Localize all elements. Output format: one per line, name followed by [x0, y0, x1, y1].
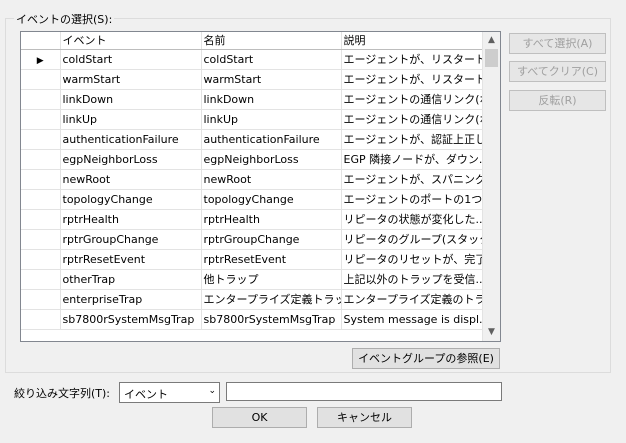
filter-field-combo[interactable]: イベント ⌄ [119, 382, 220, 403]
row-header[interactable] [21, 309, 61, 330]
table-row[interactable]: otherTrap 他トラップ 上記以外のトラップを受信... [21, 269, 486, 290]
row-header[interactable] [21, 129, 61, 150]
table-row[interactable]: rptrResetEvent rptrResetEvent リピータのリセットが、完… [21, 249, 486, 270]
table-row[interactable]: topologyChange topologyChange エージェントのポートの1… [21, 189, 486, 210]
table-row[interactable]: rptrGroupChange rptrGroupChange リピータのグループ(… [21, 229, 486, 250]
cell-event[interactable]: linkDown [60, 89, 202, 110]
row-header[interactable] [21, 109, 61, 130]
table-row[interactable]: newRootnewRootエージェントが、スパニング・... [21, 169, 486, 190]
row-header[interactable] [21, 269, 61, 290]
cell-description[interactable]: エージェントが、認証上正し... [341, 129, 486, 150]
cell-name[interactable]: rptrHealth [201, 209, 342, 230]
row-header[interactable] [21, 289, 61, 310]
cell-description[interactable]: エージェントが、スパニング・... [341, 169, 486, 190]
row-header[interactable]: ▶ [21, 49, 61, 70]
event-selection-label: イベントの選択(S): [14, 11, 115, 27]
cell-event[interactable]: sb7800rSystemMsgTrap [60, 309, 202, 330]
row-header[interactable] [21, 69, 61, 90]
cell-name[interactable]: authenticationFailure [201, 129, 342, 150]
invert-button[interactable]: 反転(R) [509, 90, 606, 111]
filter-field-value: イベント [124, 388, 168, 401]
cell-name[interactable]: warmStart [201, 69, 342, 90]
cell-event[interactable]: coldStart [60, 49, 202, 70]
cell-event[interactable]: warmStart [60, 69, 202, 90]
cell-name[interactable]: rptrResetEvent [201, 249, 342, 270]
cell-description[interactable]: エージェントのポートの1つが... [341, 189, 486, 210]
row-header[interactable] [21, 189, 61, 210]
cell-event[interactable]: rptrHealth [60, 209, 202, 230]
cell-name[interactable]: linkDown [201, 89, 342, 110]
table-row[interactable]: sb7800rSystemMsgTrap sb7800rSystemMsgTrap… [21, 309, 486, 330]
cell-event[interactable]: enterpriseTrap [60, 289, 202, 310]
filter-label: 絞り込み文字列(T): [14, 387, 111, 400]
table-row[interactable]: linkDownlinkDownエージェントの通信リンク(ポ... [21, 89, 486, 110]
cell-name[interactable]: newRoot [201, 169, 342, 190]
table-row[interactable]: authenticationFailure authenticationFailu… [21, 129, 486, 150]
scrollbar-thumb[interactable] [485, 49, 498, 67]
chevron-down-icon[interactable]: ▼ [483, 324, 500, 341]
row-header[interactable] [21, 209, 61, 230]
table-row[interactable]: rptrHealth rptrHealth リピータの状態が変化した... [21, 209, 486, 230]
cell-event[interactable]: authenticationFailure [60, 129, 202, 150]
cell-event[interactable]: otherTrap [60, 269, 202, 290]
cell-description[interactable]: リピータの状態が変化した... [341, 209, 486, 230]
chevron-up-icon[interactable]: ▲ [483, 32, 500, 49]
cell-description[interactable]: エージェントが、リスタートし... [341, 69, 486, 90]
cell-event[interactable]: egpNeighborLoss [60, 149, 202, 170]
select-all-button[interactable]: すべて選択(A) [509, 33, 606, 54]
cell-event[interactable]: linkUp [60, 109, 202, 130]
table-row[interactable]: ▶coldStartcoldStartエージェントが、リスタートし... [21, 49, 486, 70]
cell-description[interactable]: EGP 隣接ノードが、ダウン... [341, 149, 486, 170]
filter-text-input[interactable] [226, 382, 502, 401]
cancel-button[interactable]: キャンセル [317, 407, 412, 428]
cell-description[interactable]: リピータのグループ(スタック)... [341, 229, 486, 250]
row-header[interactable] [21, 229, 61, 250]
column-header-name[interactable]: 名前 [201, 32, 342, 50]
cell-name[interactable]: linkUp [201, 109, 342, 130]
cell-name[interactable]: 他トラップ [201, 269, 342, 290]
cell-event[interactable]: rptrGroupChange [60, 229, 202, 250]
browse-event-group-button[interactable]: イベントグループの参照(E) [352, 348, 500, 369]
cell-description[interactable]: System message is displ... [341, 309, 486, 330]
cell-name[interactable]: sb7800rSystemMsgTrap [201, 309, 342, 330]
cell-event[interactable]: rptrResetEvent [60, 249, 202, 270]
cell-name[interactable]: coldStart [201, 49, 342, 70]
table-row[interactable]: linkUplinkUpエージェントの通信リンク(ポ... [21, 109, 486, 130]
cell-name[interactable]: rptrGroupChange [201, 229, 342, 250]
row-header[interactable] [21, 149, 61, 170]
row-header-corner [21, 32, 61, 50]
cell-description[interactable]: リピータのリセットが、完了し... [341, 249, 486, 270]
event-grid[interactable]: イベント 名前 説明 ▶ coldStart coldStart エージェントが、リス… [20, 31, 501, 342]
cell-description[interactable]: エンタープライズ定義のトラッ... [341, 289, 486, 310]
table-row[interactable]: egpNeighborLoss egpNeighborLoss EGP 隣接ノードが… [21, 149, 486, 170]
chevron-down-icon: ⌄ [208, 386, 216, 396]
cell-description[interactable]: エージェントの通信リンク(ポ... [341, 89, 486, 110]
cell-description[interactable]: 上記以外のトラップを受信... [341, 269, 486, 290]
cell-event[interactable]: newRoot [60, 169, 202, 190]
cell-event[interactable]: topologyChange [60, 189, 202, 210]
row-header[interactable] [21, 169, 61, 190]
table-header-row: イベント 名前 説明 [21, 32, 486, 50]
vertical-scrollbar[interactable]: ▲ ▼ [482, 32, 500, 341]
cell-name[interactable]: エンタープライズ定義トラップ [201, 289, 342, 310]
ok-button[interactable]: OK [212, 407, 307, 428]
table-row[interactable]: enterpriseTrapエンタープライズ定義トラップエンタープライズ定義のト… [21, 289, 486, 310]
row-header[interactable] [21, 89, 61, 110]
row-header[interactable] [21, 249, 61, 270]
cell-name[interactable]: egpNeighborLoss [201, 149, 342, 170]
column-header-event[interactable]: イベント [60, 32, 202, 50]
table-row[interactable]: warmStartwarmStartエージェントが、リスタートし... [21, 69, 486, 90]
event-table: イベント 名前 説明 ▶ coldStart coldStart エージェントが、リス… [21, 32, 486, 330]
cell-name[interactable]: topologyChange [201, 189, 342, 210]
cell-description[interactable]: エージェントが、リスタートし... [341, 49, 486, 70]
clear-all-button[interactable]: すべてクリア(C) [509, 61, 606, 82]
triangle-right-icon: ▶ [36, 55, 44, 66]
cell-description[interactable]: エージェントの通信リンク(ポ... [341, 109, 486, 130]
column-header-description[interactable]: 説明 [341, 32, 486, 50]
